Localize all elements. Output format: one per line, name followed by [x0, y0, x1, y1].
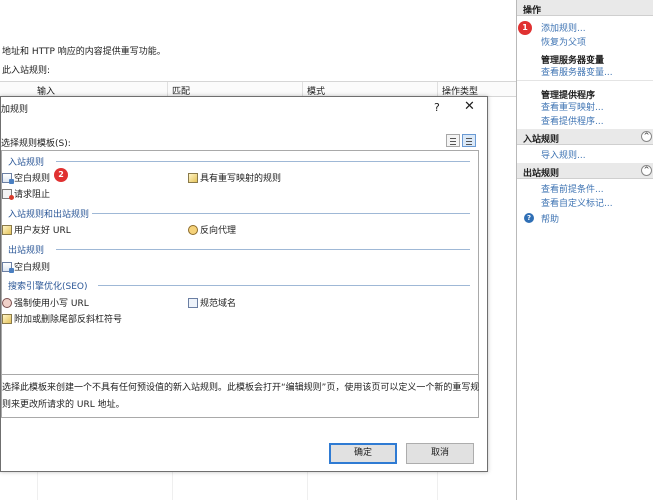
- user-friendly-url-icon: [2, 224, 12, 235]
- template-label: 空白规则: [14, 174, 51, 184]
- template-rule-with-rewrite-map[interactable]: 具有重写映射的规则: [188, 171, 281, 184]
- rewrite-map-icon: [188, 172, 198, 183]
- revert-to-parent-link[interactable]: 恢复为父项: [517, 34, 653, 48]
- group-header-seo: 搜索引擎优化(SEO): [8, 282, 88, 292]
- template-label: 强制使用小写 URL: [14, 299, 89, 309]
- outbound-rules-section-label: 出站规则: [523, 169, 560, 179]
- view-custom-tags-link[interactable]: 查看自定义标记...: [517, 195, 653, 209]
- template-label: 反向代理: [200, 226, 237, 236]
- template-canonical-domain-name[interactable]: 规范域名: [188, 296, 236, 309]
- description-line-2: 则来更改所请求的 URL 地址。: [2, 400, 125, 410]
- column-separator: [437, 82, 438, 97]
- manage-providers-heading: 管理提供程序: [541, 91, 596, 101]
- view-server-variables-link[interactable]: 查看服务器变量...: [517, 64, 653, 78]
- template-label: 请求阻止: [14, 190, 51, 200]
- template-label: 空白规则: [14, 263, 51, 273]
- group-divider: [98, 285, 470, 286]
- help-link[interactable]: ? 帮助: [517, 211, 653, 225]
- template-label: 规范域名: [200, 299, 237, 309]
- collapse-icon[interactable]: ^: [641, 165, 652, 176]
- template-reverse-proxy[interactable]: 反向代理: [188, 223, 236, 236]
- view-providers-label: 查看提供程序...: [541, 117, 604, 127]
- view-providers-link[interactable]: 查看提供程序...: [517, 113, 653, 127]
- view-rewrite-maps-label: 查看重写映射...: [541, 103, 604, 113]
- view-server-variables-label: 查看服务器变量...: [541, 68, 613, 78]
- blank-rule-icon: [2, 261, 14, 273]
- step-badge-1: 1: [518, 21, 532, 35]
- column-separator: [302, 82, 303, 97]
- import-rules-label: 导入规则...: [541, 151, 586, 161]
- manage-server-variables-heading: 管理服务器变量: [541, 56, 605, 66]
- view-preconditions-label: 查看前提条件...: [541, 185, 604, 195]
- request-blocking-icon: [2, 188, 14, 200]
- template-description: 选择此模板来创建一个不具有任何预设值的新入站规则。此模板会打开“编辑规则”页，使…: [1, 374, 479, 418]
- template-label: 用户友好 URL: [14, 226, 71, 236]
- trailing-slash-icon: [2, 313, 12, 324]
- template-request-blocking[interactable]: 请求阻止: [2, 187, 50, 200]
- view-rewrite-maps-link[interactable]: 查看重写映射...: [517, 99, 653, 113]
- add-rule-dialog: 加规则 ? ✕ 选择规则模板(S): 入站规则 空白规则 具有重写映射的规则 请…: [0, 96, 488, 472]
- revert-to-parent-label: 恢复为父项: [541, 38, 587, 48]
- template-blank-inbound-rule[interactable]: 空白规则: [2, 171, 50, 184]
- group-divider: [56, 249, 470, 250]
- ok-button[interactable]: 确定: [329, 443, 397, 464]
- blank-rule-icon: [2, 172, 14, 184]
- dialog-title: 加规则: [1, 105, 29, 115]
- group-header-outbound: 出站规则: [8, 246, 45, 256]
- view-preconditions-link[interactable]: 查看前提条件...: [517, 181, 653, 195]
- template-label: 附加或删除尾部反斜杠符号: [14, 315, 123, 325]
- feature-description: 地址和 HTTP 响应的内容提供重写功能。: [2, 47, 166, 57]
- add-rule-link[interactable]: 添加规则...: [517, 20, 653, 34]
- help-icon[interactable]: ?: [434, 101, 440, 114]
- view-toggle: [444, 134, 476, 147]
- lowercase-url-icon: [2, 297, 12, 308]
- rule-template-list: 入站规则 空白规则 具有重写映射的规则 请求阻止 入站规则和出站规则 用户友好 …: [1, 150, 479, 384]
- outbound-rules-section-header: 出站规则 ^: [517, 163, 653, 179]
- import-rules-link[interactable]: 导入规则...: [517, 147, 653, 161]
- template-label: 具有重写映射的规则: [200, 174, 282, 184]
- inbound-rules-label: 此入站规则:: [2, 66, 51, 76]
- rule-template-label: 选择规则模板(S):: [1, 139, 71, 149]
- actions-header: 操作: [517, 0, 653, 16]
- inbound-rules-section-label: 入站规则: [523, 135, 560, 145]
- column-separator: [167, 82, 168, 97]
- divider: [517, 80, 653, 81]
- help-icon: ?: [524, 213, 534, 223]
- rules-table-header: 输入 匹配 模式 操作类型: [0, 81, 516, 97]
- group-divider: [92, 213, 470, 214]
- template-user-friendly-url[interactable]: 用户友好 URL: [2, 223, 71, 236]
- group-divider: [56, 161, 470, 162]
- group-header-inbound: 入站规则: [8, 158, 45, 168]
- collapse-icon[interactable]: ^: [641, 131, 652, 142]
- actions-pane: 操作 添加规则... 恢复为父项 管理服务器变量 查看服务器变量... 管理提供…: [516, 0, 653, 500]
- inbound-rules-section-header: 入站规则 ^: [517, 129, 653, 145]
- reverse-proxy-icon: [188, 224, 198, 235]
- template-blank-outbound-rule[interactable]: 空白规则: [2, 260, 50, 273]
- list-view-icon[interactable]: [446, 134, 460, 147]
- help-label: 帮助: [541, 215, 560, 225]
- step-badge-2: 2: [54, 168, 68, 182]
- add-rule-label: 添加规则...: [541, 24, 586, 34]
- view-custom-tags-label: 查看自定义标记...: [541, 199, 613, 209]
- template-enforce-lowercase-url[interactable]: 强制使用小写 URL: [2, 296, 89, 309]
- group-header-inbound-outbound: 入站规则和出站规则: [8, 210, 90, 220]
- cancel-button[interactable]: 取消: [406, 443, 474, 464]
- close-icon[interactable]: ✕: [464, 99, 475, 114]
- description-line-1: 选择此模板来创建一个不具有任何预设值的新入站规则。此模板会打开“编辑规则”页，使…: [2, 383, 480, 393]
- grid-view-icon[interactable]: [462, 134, 476, 147]
- template-trailing-slash[interactable]: 附加或删除尾部反斜杠符号: [2, 312, 122, 325]
- canonical-domain-icon: [188, 297, 198, 308]
